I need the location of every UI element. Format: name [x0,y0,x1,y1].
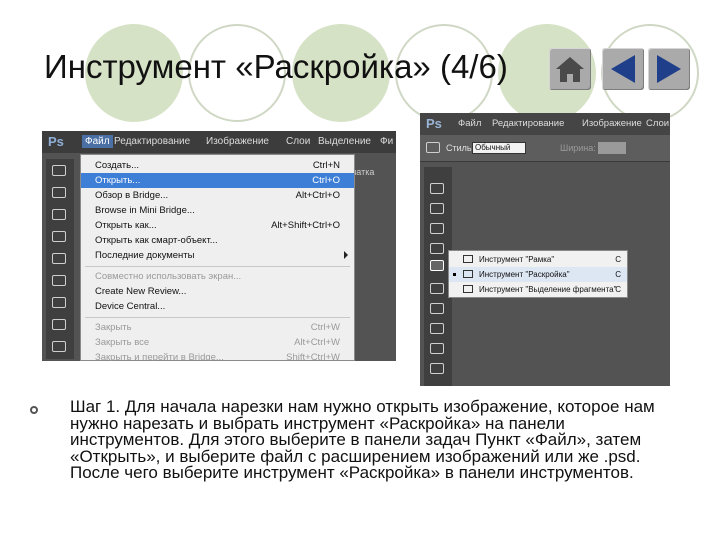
style-select[interactable]: Обычный [472,142,526,154]
menu-item-open-smart-object[interactable]: Открыть как смарт-объект... [81,233,354,248]
home-button[interactable] [549,48,591,90]
stamp-tool-icon[interactable] [430,343,444,354]
lasso-tool-icon[interactable] [430,223,444,234]
menu-item-close-all[interactable]: Закрыть все Alt+Ctrl+W [81,335,354,350]
flyout-item-slice-select[interactable]: Инструмент "Выделение фрагмента" C [449,282,627,297]
menu-item-create-review[interactable]: Create New Review... [81,284,354,299]
menu-item-recent-documents[interactable]: Последние документы [81,248,354,263]
photoshop-file-menu-screenshot: Ps Файл Редактирование Изображение Слои … [42,131,396,361]
menu-image[interactable]: Изображение [582,118,642,129]
slice-tool-icon[interactable] [426,142,440,153]
crop-tool-icon[interactable] [52,253,66,264]
body-text: Шаг 1. Для начала нарезки нам нужно откр… [70,397,655,482]
marquee-tool-icon[interactable] [52,187,66,198]
crop-tools-flyout: Инструмент "Рамка" C Инструмент "Раскройк… [448,250,628,298]
stamp-tool-icon[interactable] [52,341,66,352]
crop-tool-icon[interactable] [430,260,444,271]
photoshop-slice-tool-screenshot: Ps Файл Редактирование Изображение Слои … [420,113,670,386]
menu-file[interactable]: Файл [82,135,113,148]
menubar: Ps Файл Редактирование Изображение Слои [420,113,670,135]
menu-item-open-as[interactable]: Открыть как... Alt+Shift+Ctrl+O [81,218,354,233]
flyout-item-slice[interactable]: Инструмент "Раскройка" C [449,267,627,282]
menubar: Ps Файл Редактирование Изображение Слои … [42,131,396,153]
triangle-left-icon [611,55,635,83]
lasso-tool-icon[interactable] [52,209,66,220]
menu-separator [85,266,350,267]
width-label: Ширина: [560,143,596,153]
menu-select[interactable]: Выделение [318,136,371,147]
menu-filter[interactable]: Фи [380,136,393,147]
menu-layers[interactable]: Слои [286,136,310,147]
next-slide-button[interactable] [648,48,690,90]
eyedropper-tool-icon[interactable] [52,275,66,286]
slice-icon [463,270,473,278]
menu-file[interactable]: Файл [458,118,481,129]
home-icon [556,57,584,82]
quick-select-tool-icon[interactable] [52,231,66,242]
menu-item-browse-bridge[interactable]: Обзор в Bridge... Alt+Ctrl+O [81,188,354,203]
marquee-tool-icon[interactable] [430,203,444,214]
menu-separator [85,317,350,318]
healing-tool-icon[interactable] [52,297,66,308]
healing-tool-icon[interactable] [430,303,444,314]
menu-item-share-screen[interactable]: Совместно использовать экран... [81,269,354,284]
menu-item-open[interactable]: Открыть... Ctrl+O [81,173,354,188]
quick-select-tool-icon[interactable] [430,243,444,254]
menu-image[interactable]: Изображение [206,136,269,147]
width-input[interactable] [598,142,626,154]
menu-layers[interactable]: Слои [646,118,669,129]
history-brush-tool-icon[interactable] [430,363,444,374]
style-label: Стиль: [446,143,475,153]
photoshop-logo: Ps [48,134,64,149]
menu-item-close-go-bridge[interactable]: Закрыть и перейти в Bridge... Shift+Ctrl+… [81,350,354,361]
bullet-icon [30,406,38,414]
menu-edit[interactable]: Редактирование [492,118,564,129]
toolbox [46,159,74,359]
slice-select-icon [463,285,473,293]
menu-item-new[interactable]: Создать... Ctrl+N [81,158,354,173]
previous-slide-button[interactable] [602,48,644,90]
triangle-right-icon [657,55,681,83]
move-tool-icon[interactable] [430,183,444,194]
photoshop-logo: Ps [426,116,442,131]
crop-icon [463,255,473,263]
brush-tool-icon[interactable] [52,319,66,330]
menu-item-mini-bridge[interactable]: Browse in Mini Bridge... [81,203,354,218]
menu-item-device-central[interactable]: Device Central... [81,299,354,314]
eyedropper-tool-icon[interactable] [430,283,444,294]
move-tool-icon[interactable] [52,165,66,176]
menu-item-close[interactable]: Закрыть Ctrl+W [81,320,354,335]
brush-tool-icon[interactable] [430,323,444,334]
selected-indicator-icon [453,273,456,276]
slide-title: Инструмент «Раскройка» (4/6) [44,48,508,85]
flyout-item-crop[interactable]: Инструмент "Рамка" C [449,252,627,267]
menu-edit[interactable]: Редактирование [114,136,190,147]
file-menu-dropdown: Создать... Ctrl+N Открыть... Ctrl+O Обзор … [80,154,355,361]
options-bar: Стиль: Обычный Ширина: [420,135,670,162]
submenu-arrow-icon [344,251,348,259]
